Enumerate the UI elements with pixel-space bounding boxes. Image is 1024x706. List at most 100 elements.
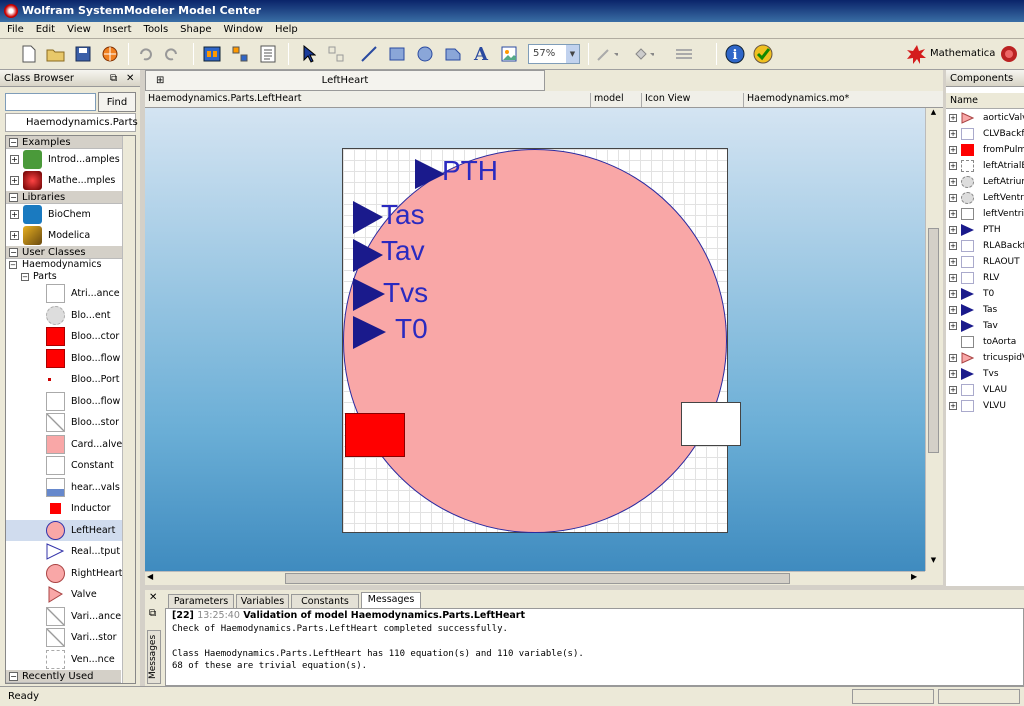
open-folder-icon[interactable]: [45, 43, 67, 65]
part-item[interactable]: Bloo...ctor: [6, 326, 135, 348]
tvs-triangle-icon[interactable]: [353, 278, 385, 311]
line-tool-icon[interactable]: [358, 43, 380, 65]
tab-variables[interactable]: Variables: [236, 594, 289, 609]
tab-leftheart[interactable]: ⊞ LeftHeart: [145, 70, 545, 91]
message-log[interactable]: [22] 13:25:40 Validation of model Haemod…: [165, 608, 1024, 686]
bitmap-tool-icon[interactable]: [498, 43, 520, 65]
scroll-up-icon[interactable]: ▲: [927, 108, 940, 121]
line-color-icon[interactable]: [596, 43, 618, 65]
component-item[interactable]: + CLVBackfl: [946, 126, 1024, 142]
undo-icon[interactable]: [134, 43, 156, 65]
info-icon[interactable]: i: [724, 43, 746, 65]
check-model-icon[interactable]: [752, 43, 774, 65]
float-panel-icon[interactable]: ⧉: [110, 70, 117, 87]
panel-splitter[interactable]: [943, 70, 946, 590]
menu-window[interactable]: Window: [217, 22, 268, 35]
new-file-icon[interactable]: [18, 43, 40, 65]
component-item[interactable]: + LeftVentri: [946, 190, 1024, 206]
save-icon[interactable]: [72, 43, 94, 65]
class-path-field[interactable]: Haemodynamics.Parts: [5, 113, 138, 132]
group-libraries[interactable]: − Libraries: [6, 191, 135, 204]
text-tool-icon[interactable]: A: [470, 43, 492, 65]
component-item[interactable]: + T0: [946, 286, 1024, 302]
tab-messages[interactable]: Messages: [361, 592, 421, 609]
close-icon[interactable]: ✕: [149, 592, 157, 603]
select-pointer-icon[interactable]: [298, 43, 320, 65]
part-item[interactable]: Vari...stor: [6, 627, 135, 649]
class-search-input[interactable]: [5, 93, 96, 111]
find-button[interactable]: Find: [98, 92, 136, 112]
class-tree-scrollbar[interactable]: [122, 136, 135, 683]
icon-sheet[interactable]: PTH Tas Tav Tvs T0: [342, 148, 741, 533]
tas-triangle-icon[interactable]: [353, 201, 383, 234]
menu-insert[interactable]: Insert: [96, 22, 137, 35]
component-item[interactable]: + tricuspidV: [946, 350, 1024, 366]
part-item[interactable]: Real...tput: [6, 541, 135, 563]
menu-file[interactable]: File: [0, 22, 29, 35]
tree-item-haemodynamics[interactable]: − Haemodynamics: [6, 259, 135, 271]
group-examples[interactable]: − Examples: [6, 136, 135, 149]
menu-edit[interactable]: Edit: [29, 22, 60, 35]
component-item[interactable]: + RLV: [946, 270, 1024, 286]
component-item[interactable]: + Tas: [946, 302, 1024, 318]
component-item[interactable]: + Tvs: [946, 366, 1024, 382]
pth-triangle-icon[interactable]: [415, 159, 445, 189]
scroll-down-icon[interactable]: ▼: [927, 556, 940, 569]
tree-item-modelica[interactable]: + Modelica: [6, 225, 135, 246]
component-item[interactable]: +LeftAtrium: [946, 174, 1024, 190]
part-item[interactable]: Bloo...flow: [6, 391, 135, 413]
line-style-icon[interactable]: [674, 43, 696, 65]
group-user-classes[interactable]: − User Classes: [6, 246, 135, 259]
component-item[interactable]: + VLVU: [946, 398, 1024, 414]
model-view-icon[interactable]: [201, 43, 223, 65]
polygon-tool-icon[interactable]: [442, 43, 464, 65]
component-item[interactable]: + RLABackfl: [946, 238, 1024, 254]
part-item[interactable]: Atri...ance: [6, 283, 135, 305]
component-item[interactable]: + aorticValv: [946, 110, 1024, 126]
diagram-view-icon[interactable]: [229, 43, 251, 65]
part-item[interactable]: Constant: [6, 455, 135, 477]
vertical-scrollbar[interactable]: ▲ ▼: [925, 108, 941, 571]
tab-parameters[interactable]: Parameters: [168, 594, 234, 609]
component-item[interactable]: + leftAtrialE: [946, 158, 1024, 174]
column-header-name[interactable]: Name: [946, 93, 1024, 109]
part-item[interactable]: Bloo...Port: [6, 369, 135, 391]
vertical-scroll-thumb[interactable]: [928, 228, 939, 453]
view-selector[interactable]: Icon View: [641, 93, 690, 107]
component-item[interactable]: + VLAU: [946, 382, 1024, 398]
horizontal-scroll-thumb[interactable]: [285, 573, 790, 584]
text-view-icon[interactable]: [257, 43, 279, 65]
tree-item-parts[interactable]: − Parts: [6, 271, 135, 283]
t0-triangle-icon[interactable]: [353, 316, 386, 349]
menu-tools[interactable]: Tools: [137, 22, 174, 35]
component-item[interactable]: + PTH: [946, 222, 1024, 238]
tab-constants[interactable]: Constants: [291, 594, 359, 609]
part-item[interactable]: Bloo...flow: [6, 348, 135, 370]
part-item-selected[interactable]: LeftHeart: [6, 519, 135, 541]
menu-shape[interactable]: Shape: [173, 22, 216, 35]
part-item[interactable]: RightHeart: [6, 563, 135, 585]
tree-item-biochem[interactable]: + BioChem: [6, 204, 135, 225]
part-item[interactable]: Vari...ance: [6, 606, 135, 628]
menu-view[interactable]: View: [60, 22, 96, 35]
part-item[interactable]: Valve: [6, 584, 135, 606]
horizontal-scrollbar[interactable]: ◀ ▶: [145, 571, 925, 585]
inflow-port-block[interactable]: [345, 413, 405, 457]
redo-icon[interactable]: [161, 43, 183, 65]
zoom-select[interactable]: 57% ▼: [528, 44, 580, 64]
part-item[interactable]: Ven...nce: [6, 649, 135, 671]
scroll-left-icon[interactable]: ◀: [147, 572, 153, 581]
mathematica-icon[interactable]: [906, 43, 928, 65]
rectangle-tool-icon[interactable]: [386, 43, 408, 65]
messages-side-tab[interactable]: Messages: [147, 630, 161, 684]
tree-item-introd-examples[interactable]: + Introd...amples: [6, 149, 135, 170]
fill-color-icon[interactable]: [632, 43, 654, 65]
component-item[interactable]: +leftVentric: [946, 206, 1024, 222]
globe-icon[interactable]: [99, 43, 121, 65]
component-item[interactable]: + RLAOUT: [946, 254, 1024, 270]
float-panel-icon[interactable]: ⧉: [149, 608, 156, 619]
mathematica-label[interactable]: Mathematica: [930, 48, 995, 59]
wolfram-wolf-icon[interactable]: [998, 43, 1020, 65]
component-item[interactable]: toAorta: [946, 334, 1024, 350]
ellipse-tool-icon[interactable]: [414, 43, 436, 65]
